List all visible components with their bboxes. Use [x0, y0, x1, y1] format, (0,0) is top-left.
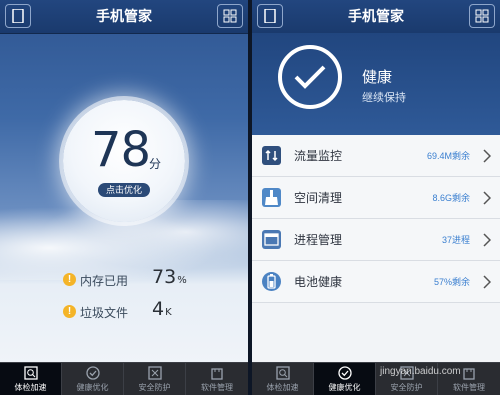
grid-menu-button[interactable]	[217, 4, 243, 28]
list-item-process[interactable]: 进程管理 37进程	[252, 219, 500, 261]
health-subtitle: 继续保持	[362, 92, 406, 104]
chevron-right-icon	[483, 233, 491, 247]
chevron-right-icon	[483, 149, 491, 163]
grid-menu-button[interactable]	[469, 4, 495, 28]
junk-stat: ! 垃圾文件 4K	[60, 298, 230, 324]
right-screen: 手机管家 健康 继续保持 流量监控 69.4M剩余 空间清理 8.6G剩余 进程…	[252, 0, 500, 395]
top-bar: 手机管家	[0, 0, 248, 34]
health-header: 健康 继续保持	[252, 33, 500, 136]
stat-label: 内存已用	[80, 274, 129, 288]
app-title: 手机管家	[348, 8, 404, 24]
list-item-traffic[interactable]: 流量监控 69.4M剩余	[252, 135, 500, 177]
warning-icon: !	[63, 305, 76, 318]
bottom-tab-bar: 体检加速 健康优化 安全防护 软件管理	[252, 362, 500, 395]
score-ring[interactable]: 78 分 点击优化	[63, 100, 185, 222]
optimize-button[interactable]: 点击优化	[98, 183, 150, 197]
warning-icon: !	[63, 273, 76, 286]
score-unit: 分	[149, 157, 162, 171]
grid-icon	[475, 9, 489, 23]
tab-software[interactable]: 软件管理	[186, 363, 248, 395]
app-title: 手机管家	[96, 8, 152, 24]
check-icon	[86, 366, 100, 380]
tab-health[interactable]: 健康优化	[62, 363, 124, 395]
memory-stat: ! 内存已用 73%	[60, 266, 230, 292]
health-check-icon	[278, 45, 342, 109]
tab-health[interactable]: 健康优化	[314, 363, 376, 395]
stat-value: 4K	[152, 298, 172, 320]
broom-icon	[262, 188, 281, 207]
search-icon	[276, 366, 290, 380]
search-icon	[24, 366, 38, 380]
traffic-icon	[262, 146, 281, 165]
stat-value: 73%	[152, 266, 187, 288]
check-icon	[338, 366, 352, 380]
left-screen: 手机管家 78 分 点击优化 ! 内存已用 73% ! 垃圾文件 4K 体检加速…	[0, 0, 248, 395]
list-item-cleanup[interactable]: 空间清理 8.6G剩余	[252, 177, 500, 219]
chevron-right-icon	[483, 275, 491, 289]
bag-icon	[211, 368, 223, 380]
tab-checkup[interactable]: 体检加速	[252, 363, 314, 395]
tab-security[interactable]: 安全防护	[124, 363, 186, 395]
bag-icon	[463, 368, 475, 380]
watermark-text: jingyan.baidu.com	[380, 366, 461, 377]
health-status: 健康	[362, 69, 393, 86]
shield-icon	[148, 366, 162, 380]
tab-checkup[interactable]: 体检加速	[0, 363, 62, 395]
battery-icon	[262, 272, 281, 291]
process-icon	[262, 230, 281, 249]
bottom-tab-bar: 体检加速 健康优化 安全防护 软件管理	[0, 362, 248, 395]
list-item-battery[interactable]: 电池健康 57%剩余	[252, 261, 500, 303]
top-bar: 手机管家	[252, 0, 500, 34]
grid-icon	[223, 9, 237, 23]
chevron-right-icon	[483, 191, 491, 205]
stat-label: 垃圾文件	[80, 306, 129, 320]
score-value: 78	[91, 122, 151, 178]
